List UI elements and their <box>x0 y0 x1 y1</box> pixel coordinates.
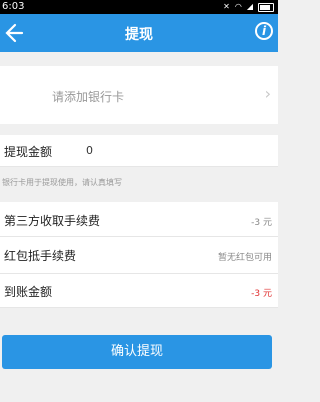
status-time: 6:03 <box>2 1 25 12</box>
status-icons: ✕ ◠ ◢ <box>223 0 274 14</box>
net-amount-label: 到账金额 <box>4 285 53 299</box>
confirm-withdraw-button[interactable]: 确认提现 <box>2 335 272 369</box>
withdraw-amount-row: 提现金额 0 <box>0 135 278 167</box>
wifi-icon: ◠ <box>234 2 242 11</box>
add-bank-card-row[interactable]: 请添加银行卡 › <box>0 66 278 124</box>
chevron-right-icon: › <box>264 84 271 103</box>
third-party-fee-value: -3 元 <box>251 218 272 228</box>
net-amount-row: 到账金额 -3 元 <box>0 274 278 308</box>
red-packet-fee-value: 暂无红包可用 <box>217 253 272 263</box>
red-packet-fee-label: 红包抵手续费 <box>4 249 77 263</box>
page-title: 提现 <box>125 27 153 43</box>
mute-icon: ✕ <box>223 2 230 11</box>
third-party-fee-row: 第三方收取手续费 -3 元 <box>0 202 278 237</box>
red-packet-fee-row[interactable]: 红包抵手续费 暂无红包可用 <box>0 237 278 274</box>
signal-icon: ◢ <box>246 2 253 11</box>
info-icon[interactable]: i <box>255 22 273 40</box>
net-amount-value: -3 元 <box>251 289 272 299</box>
third-party-fee-label: 第三方收取手续费 <box>4 214 101 228</box>
battery-icon <box>258 2 274 12</box>
status-bar: 6:03 ✕ ◠ ◢ <box>0 0 278 14</box>
app-bar: 提现 i <box>0 14 278 52</box>
add-bank-card-label: 请添加银行卡 <box>52 90 125 104</box>
bank-card-note: 银行卡用于提现使用，请认真填写 <box>2 178 122 187</box>
withdraw-amount-label: 提现金额 <box>4 145 53 159</box>
withdraw-amount-input[interactable]: 0 <box>86 144 93 157</box>
